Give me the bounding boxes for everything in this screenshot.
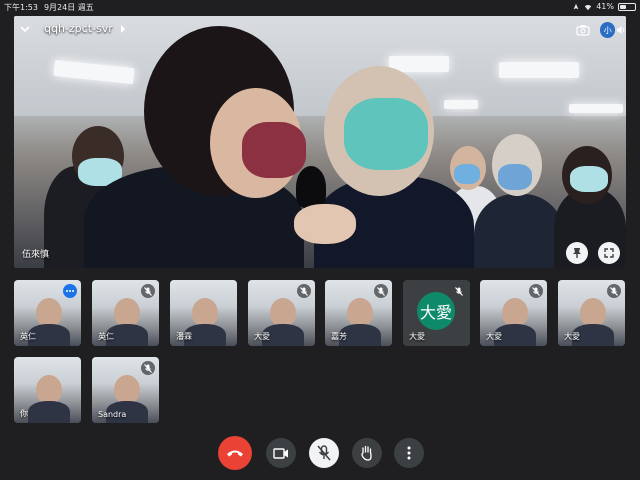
status-time: 下午1:53: [4, 3, 38, 12]
face-mask: [570, 166, 608, 192]
more-horiz-icon[interactable]: [63, 284, 77, 298]
face-mask: [242, 122, 306, 178]
self-avatar: 小: [600, 22, 616, 38]
participant-avatar: 大愛: [417, 292, 455, 330]
face-mask: [454, 164, 480, 184]
stage-top-bar: qqh-zpct-svr 小: [14, 16, 626, 46]
microphone: [296, 166, 326, 208]
ceiling-light: [569, 104, 623, 113]
raise-hand-button[interactable]: [352, 438, 382, 468]
more-vert-icon: [407, 446, 411, 460]
call-controls: [0, 436, 640, 472]
ceiling-light: [499, 62, 579, 78]
face-mask: [344, 98, 428, 170]
pin-button[interactable]: [566, 242, 588, 264]
participant-tile[interactable]: 大愛 大愛: [403, 280, 470, 346]
presenter-name: 伍來慎: [22, 250, 50, 260]
main-video-stage[interactable]: qqh-zpct-svr 小 伍來慎: [14, 16, 626, 268]
participant-name: 大愛: [409, 332, 425, 341]
more-options-button[interactable]: [394, 438, 424, 468]
pin-icon: [573, 248, 581, 258]
participant-tile[interactable]: Sandra: [92, 357, 159, 423]
wifi-icon: [585, 4, 592, 10]
mic-off-icon: [452, 284, 466, 298]
participant-name: 你: [20, 409, 28, 418]
battery-icon: [618, 2, 636, 11]
participant-name: 大愛: [564, 332, 580, 341]
hand: [294, 204, 356, 244]
location-icon: [573, 3, 579, 9]
meeting-code-button[interactable]: qqh-zpct-svr: [44, 22, 126, 35]
status-date: 9月24日 週五: [43, 3, 94, 12]
camera-flip-button[interactable]: [574, 21, 592, 39]
fullscreen-icon: [604, 248, 614, 258]
participant-name: 英仁: [98, 332, 114, 341]
battery-percent: 41%: [596, 2, 614, 11]
participant-tile[interactable]: 英仁: [14, 280, 81, 346]
participant-name: 大愛: [486, 332, 502, 341]
mic-off-icon: [317, 445, 331, 461]
camera-flip-icon: [576, 25, 590, 36]
mic-off-icon: [374, 284, 388, 298]
ceiling-light: [444, 100, 478, 109]
speaker-icon: [617, 26, 625, 34]
participant-tile[interactable]: 嘉芳: [325, 280, 392, 346]
chevron-down-icon[interactable]: [18, 22, 32, 36]
participant-name: 潘霖: [176, 332, 192, 341]
face-mask: [498, 164, 532, 190]
participant-name: 大愛: [254, 332, 270, 341]
video-icon: [273, 447, 288, 459]
audio-output-button[interactable]: 小: [600, 21, 626, 39]
participant-name: Sandra: [98, 410, 127, 419]
status-bar: 下午1:53 9月24日 週五 41%: [0, 0, 640, 14]
participant-tile[interactable]: 潘霖: [170, 280, 237, 346]
mic-off-icon: [529, 284, 543, 298]
participant-tile[interactable]: 英仁: [92, 280, 159, 346]
end-call-button[interactable]: [218, 436, 252, 470]
person-background: [474, 194, 564, 268]
participant-tile[interactable]: 大愛: [248, 280, 315, 346]
fullscreen-button[interactable]: [598, 242, 620, 264]
mic-off-icon: [141, 284, 155, 298]
chevron-right-icon: [121, 25, 126, 33]
mic-toggle-button[interactable]: [309, 438, 339, 468]
video-toggle-button[interactable]: [266, 438, 296, 468]
mic-off-icon: [607, 284, 621, 298]
end-call-icon: [227, 450, 243, 457]
mic-off-icon: [141, 361, 155, 375]
participant-tile[interactable]: 你: [14, 357, 81, 423]
meeting-code: qqh-zpct-svr: [44, 22, 113, 35]
participant-tile[interactable]: 大愛: [558, 280, 625, 346]
raise-hand-icon: [361, 445, 372, 461]
participant-name: 英仁: [20, 332, 36, 341]
participant-tile[interactable]: 大愛: [480, 280, 547, 346]
participant-body: [28, 401, 70, 423]
participant-name: 嘉芳: [331, 332, 347, 341]
mic-off-icon: [297, 284, 311, 298]
